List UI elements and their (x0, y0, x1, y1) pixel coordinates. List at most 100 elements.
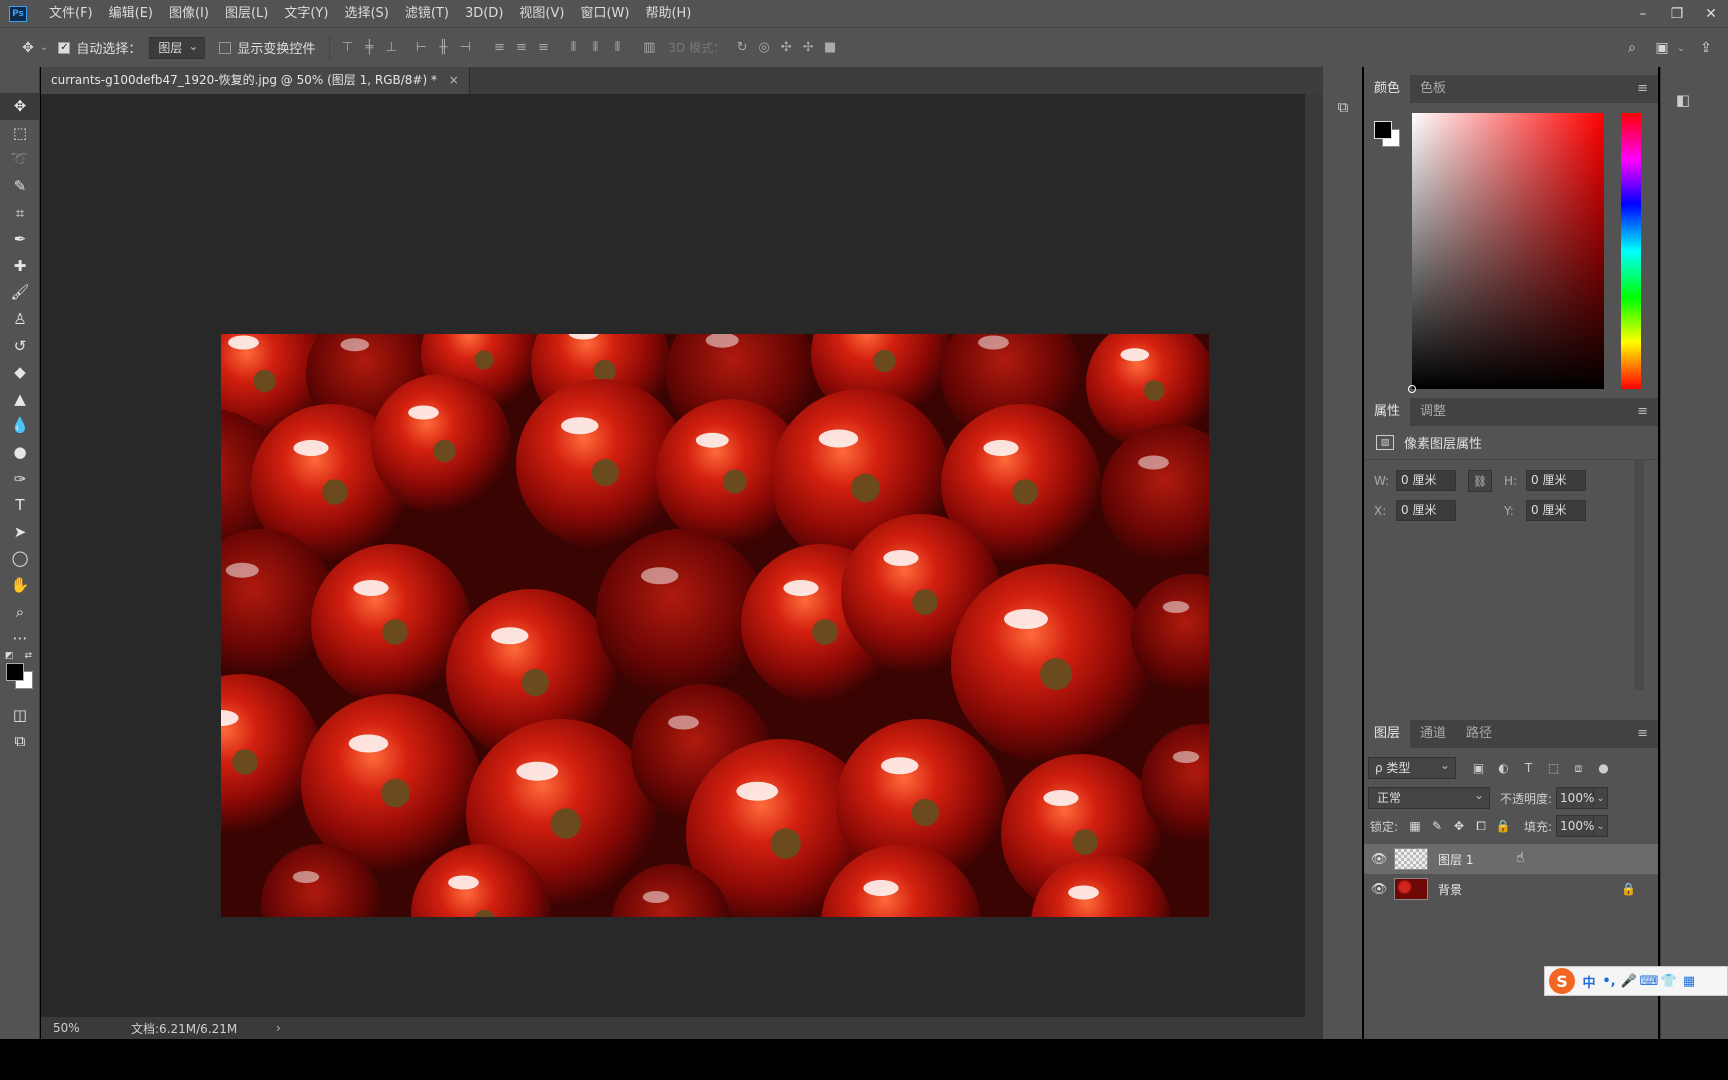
filter-smart-object-icon[interactable]: ⧈ (1566, 757, 1591, 779)
eraser-tool-icon[interactable]: ◆ (0, 359, 40, 386)
menu-3d[interactable]: 3D(D) (457, 0, 511, 27)
lock-artboard-icon[interactable]: ⧠ (1470, 815, 1492, 837)
3d-slide-icon[interactable]: ✢ (797, 37, 819, 59)
status-menu-arrow-icon[interactable]: › (276, 1021, 281, 1035)
align-right-icon[interactable]: ⊣ (454, 37, 476, 59)
tab-swatches[interactable]: 色板 (1410, 75, 1456, 103)
menu-image[interactable]: 图像(I) (161, 0, 217, 27)
auto-select-target-dropdown[interactable]: 图层 (149, 36, 206, 59)
foreground-color-swatch[interactable] (6, 663, 24, 682)
panel-menu-icon[interactable]: ≡ (1637, 726, 1648, 741)
distribute-hcenter-icon[interactable]: ⦀ (584, 37, 606, 59)
screen-mode-icon[interactable]: ⧉ (0, 728, 40, 755)
color-picker-field[interactable] (1408, 113, 1604, 393)
opacity-input[interactable]: 100% (1556, 787, 1594, 809)
color-marker[interactable] (1408, 385, 1416, 393)
zoom-tool-icon[interactable]: ⌕ (0, 598, 40, 625)
menu-edit[interactable]: 编辑(E) (101, 0, 161, 27)
ime-chinese-mode[interactable]: 中 (1579, 972, 1599, 991)
ime-toolbox-icon[interactable]: ▦ (1679, 974, 1699, 989)
lock-transparency-icon[interactable]: ▦ (1404, 815, 1426, 837)
align-bottom-icon[interactable]: ⊥ (380, 37, 402, 59)
hue-slider[interactable] (1621, 113, 1641, 389)
visibility-eye-icon[interactable]: 👁 (1364, 882, 1394, 897)
ime-punctuation-icon[interactable]: •, (1599, 974, 1619, 989)
workspace-icon[interactable]: ▣ (1650, 36, 1674, 60)
quick-select-tool-icon[interactable]: ✎ (0, 173, 40, 200)
path-select-tool-icon[interactable]: ➤ (0, 519, 40, 546)
close-button[interactable]: ✕ (1694, 0, 1728, 27)
default-colors-icon[interactable]: ◩ (5, 651, 14, 661)
x-input[interactable]: 0 厘米 (1396, 500, 1456, 521)
move-tool-icon[interactable]: ✥ (0, 93, 40, 120)
layer-row[interactable]: 👁 背景 🔒 (1364, 874, 1658, 904)
visibility-eye-icon[interactable]: 👁 (1364, 852, 1394, 867)
color-swatches[interactable]: ◩ ⇄ (0, 651, 40, 701)
canvas-image[interactable] (221, 334, 1209, 917)
document-tab[interactable]: currants-g100defb47_1920-恢复的.jpg @ 50% (… (41, 67, 470, 94)
filter-pixel-icon[interactable]: ▣ (1466, 757, 1491, 779)
distribute-top-icon[interactable]: ≡ (488, 37, 510, 59)
filter-adjustment-icon[interactable]: ◐ (1491, 757, 1516, 779)
filter-toggle-icon[interactable]: ● (1591, 757, 1616, 779)
workspace-chevron-icon[interactable]: ⌄ (1674, 36, 1688, 60)
show-transform-checkbox[interactable] (219, 41, 232, 54)
auto-select-checkbox[interactable]: ✓ (58, 41, 71, 54)
clone-stamp-tool-icon[interactable]: ♙ (0, 306, 40, 333)
restore-button[interactable]: ❐ (1660, 0, 1694, 27)
menu-filter[interactable]: 滤镜(T) (397, 0, 457, 27)
marquee-tool-icon[interactable]: ⬚ (0, 120, 40, 147)
lock-all-icon[interactable]: 🔒 (1492, 815, 1514, 837)
move-tool-icon[interactable]: ✥ (16, 36, 40, 60)
width-input[interactable]: 0 厘米 (1396, 470, 1456, 491)
3d-rotate-icon[interactable]: ↻ (731, 37, 753, 59)
dodge-tool-icon[interactable]: ● (0, 439, 40, 466)
menu-select[interactable]: 选择(S) (336, 0, 396, 27)
distribute-bottom-icon[interactable]: ≡ (532, 37, 554, 59)
libraries-panel-icon[interactable]: ◧ (1663, 85, 1703, 115)
blend-mode-dropdown[interactable]: 正常 (1368, 785, 1490, 809)
fill-input[interactable]: 100% (1556, 815, 1594, 837)
align-hcenter-icon[interactable]: ╫ (432, 37, 454, 59)
zoom-level[interactable]: 50% (41, 1021, 91, 1035)
search-icon[interactable]: ⌕ (1620, 36, 1644, 60)
ime-keyboard-icon[interactable]: ⌨ (1639, 974, 1659, 989)
tab-layers[interactable]: 图层 (1364, 720, 1411, 748)
3d-roll-icon[interactable]: ◎ (753, 37, 775, 59)
history-brush-tool-icon[interactable]: ↺ (0, 332, 40, 359)
swap-colors-icon[interactable]: ⇄ (24, 651, 32, 661)
type-tool-icon[interactable]: T (0, 492, 40, 519)
menu-type[interactable]: 文字(Y) (276, 0, 336, 27)
panel-menu-icon[interactable]: ≡ (1637, 81, 1648, 96)
share-icon[interactable]: ⇪ (1694, 36, 1718, 60)
ime-skin-icon[interactable]: 👕 (1659, 974, 1679, 989)
tab-properties[interactable]: 属性 (1364, 398, 1411, 426)
pen-tool-icon[interactable]: ✑ (0, 465, 40, 492)
fill-dropdown-icon[interactable]: ⌄ (1594, 815, 1609, 837)
more-tools-icon[interactable]: ⋯ (0, 625, 40, 652)
brush-tool-icon[interactable]: 🖌 (0, 279, 40, 306)
tool-preset-chevron-icon[interactable]: ⌄ (40, 42, 48, 53)
layer-name[interactable]: 图层 1 (1438, 851, 1473, 868)
lock-position-icon[interactable]: ✥ (1448, 815, 1470, 837)
history-panel-icon[interactable]: ⧉ (1323, 87, 1363, 127)
tab-channels[interactable]: 通道 (1410, 720, 1456, 748)
vertical-scrollbar[interactable] (1305, 94, 1322, 1017)
height-input[interactable]: 0 厘米 (1526, 470, 1586, 491)
3d-scale-icon[interactable]: ■ (819, 37, 841, 59)
color-foreground-swatch[interactable] (1374, 121, 1392, 139)
align-vcenter-icon[interactable]: ╪ (358, 37, 380, 59)
distribute-left-icon[interactable]: ⦀ (562, 37, 584, 59)
crop-tool-icon[interactable]: ⌗ (0, 199, 40, 226)
opacity-dropdown-icon[interactable]: ⌄ (1594, 787, 1609, 809)
auto-align-icon[interactable]: ▥ (638, 37, 660, 59)
minimize-button[interactable]: – (1626, 0, 1660, 27)
quick-mask-icon[interactable]: ◫ (0, 701, 40, 728)
menu-view[interactable]: 视图(V) (511, 0, 572, 27)
lock-pixels-icon[interactable]: ✎ (1426, 815, 1448, 837)
distribute-vcenter-icon[interactable]: ≡ (510, 37, 532, 59)
filter-shape-icon[interactable]: ⬚ (1541, 757, 1566, 779)
link-dimensions-icon[interactable]: ⛓ (1468, 470, 1492, 492)
menu-help[interactable]: 帮助(H) (637, 0, 699, 27)
healing-brush-tool-icon[interactable]: ✚ (0, 253, 40, 280)
